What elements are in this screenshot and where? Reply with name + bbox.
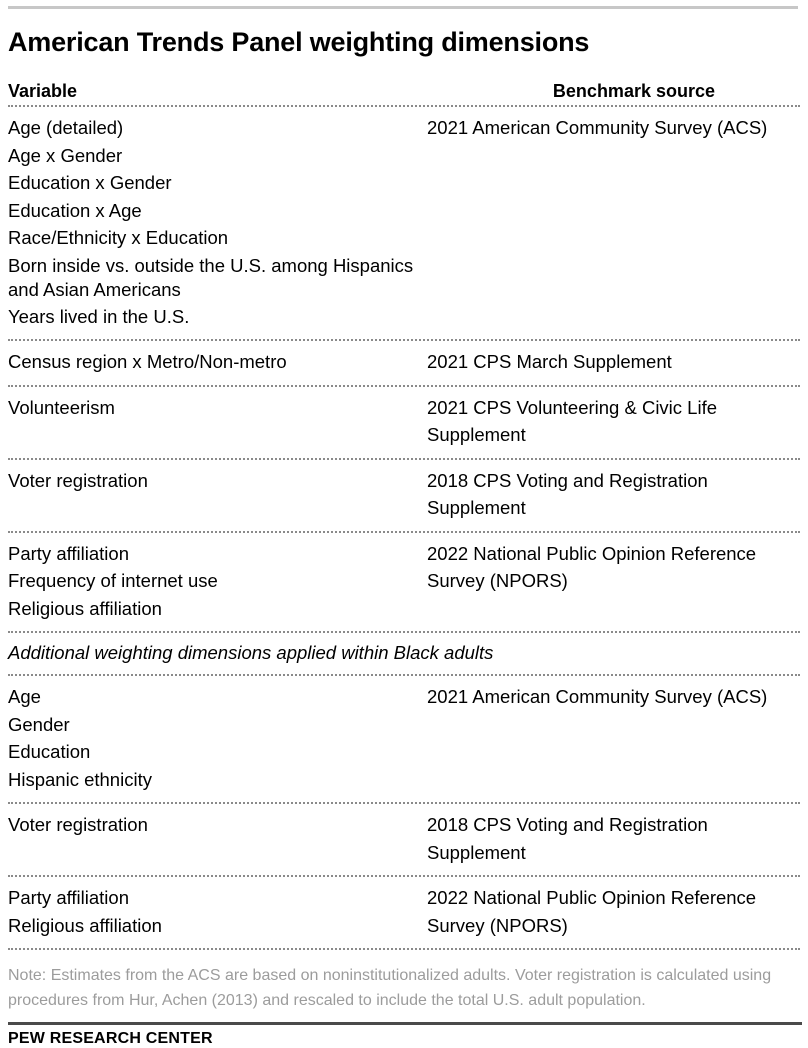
variable-cell: Voter registration [8, 811, 427, 839]
variable-cell: Volunteerism [8, 394, 427, 422]
variable-item: Religious affiliation [8, 597, 162, 619]
benchmark-source-cell: 2021 CPS March Supplement [427, 351, 672, 372]
variable-item: Party affiliation [8, 542, 129, 564]
variable-item: Education x Gender [8, 172, 172, 193]
variable-item: Education [8, 741, 91, 762]
variable-item: Age (detailed) [8, 117, 124, 138]
weighting-dimensions-table: Variable Benchmark source Age (detailed)… [8, 80, 800, 950]
column-header-variable: Variable [8, 81, 78, 101]
source-brand-label: PEW RESEARCH CENTER [8, 1030, 213, 1047]
table-row: Voter registration 2018 CPS Voting and R… [8, 804, 800, 875]
variable-cell: Voter registration [8, 467, 427, 495]
benchmark-source-cell: 2021 American Community Survey (ACS) [427, 686, 768, 707]
figure-table-card: American Trends Panel weighting dimensio… [0, 6, 808, 1047]
benchmark-source-cell: 2018 CPS Voting and Registration Supplem… [427, 814, 708, 863]
variable-item: Voter registration [8, 469, 148, 491]
table-row: Party affiliation Religious affiliation … [8, 877, 800, 948]
page-title: American Trends Panel weighting dimensio… [8, 27, 590, 57]
bottom-divider [8, 1022, 802, 1025]
table-row: Age Gender Education Hispanic ethnicity … [8, 676, 800, 802]
variable-cell: Age (detailed) Age x Gender Education x … [8, 114, 427, 330]
variable-item: Age x Gender [8, 144, 123, 166]
variable-cell: Party affiliation Religious affiliation [8, 884, 427, 939]
table-row: Age (detailed) Age x Gender Education x … [8, 107, 800, 339]
variable-item: Volunteerism [8, 396, 115, 418]
variable-item: Voter registration [8, 814, 148, 835]
benchmark-source-cell: 2022 National Public Opinion Reference S… [427, 542, 757, 592]
table-note: Note: Estimates from the ACS are based o… [8, 967, 772, 1009]
variable-item: Gender [8, 713, 70, 735]
top-divider [8, 6, 798, 9]
variable-item: Census region x Metro/Non-metro [8, 351, 287, 372]
table-row: Census region x Metro/Non-metro 2021 CPS… [8, 341, 800, 385]
table-row: Party affiliation Frequency of internet … [8, 533, 800, 632]
variable-item: Born inside vs. outside the U.S. among H… [8, 254, 414, 300]
variable-item: Hispanic ethnicity [8, 768, 152, 790]
variable-item: Race/Ethnicity x Education [8, 227, 229, 248]
table-row: Voter registration 2018 CPS Voting and R… [8, 460, 800, 531]
benchmark-source-cell: 2022 National Public Opinion Reference S… [427, 887, 757, 936]
variable-item: Age [8, 686, 41, 707]
variable-cell: Census region x Metro/Non-metro [8, 348, 427, 376]
variable-item: Frequency of internet use [8, 570, 218, 591]
table-header-row: Variable Benchmark source [8, 80, 800, 105]
variable-item: Years lived in the U.S. [8, 305, 190, 327]
row-separator [8, 948, 800, 950]
benchmark-source-cell: 2018 CPS Voting and Registration Supplem… [427, 469, 708, 519]
table-row: Volunteerism 2021 CPS Volunteering & Civ… [8, 387, 800, 458]
variable-item: Religious affiliation [8, 914, 162, 936]
section-subheading-label: Additional weighting dimensions applied … [8, 642, 494, 663]
variable-item: Party affiliation [8, 887, 129, 908]
column-header-benchmark-source: Benchmark source [552, 81, 715, 101]
variable-cell: Age Gender Education Hispanic ethnicity [8, 683, 427, 793]
benchmark-source-cell: 2021 CPS Volunteering & Civic Life Suppl… [427, 396, 718, 446]
section-subheading-row: Additional weighting dimensions applied … [8, 633, 800, 674]
benchmark-source-cell: 2021 American Community Survey (ACS) [427, 117, 768, 138]
variable-cell: Party affiliation Frequency of internet … [8, 540, 427, 623]
variable-item: Education x Age [8, 199, 142, 221]
